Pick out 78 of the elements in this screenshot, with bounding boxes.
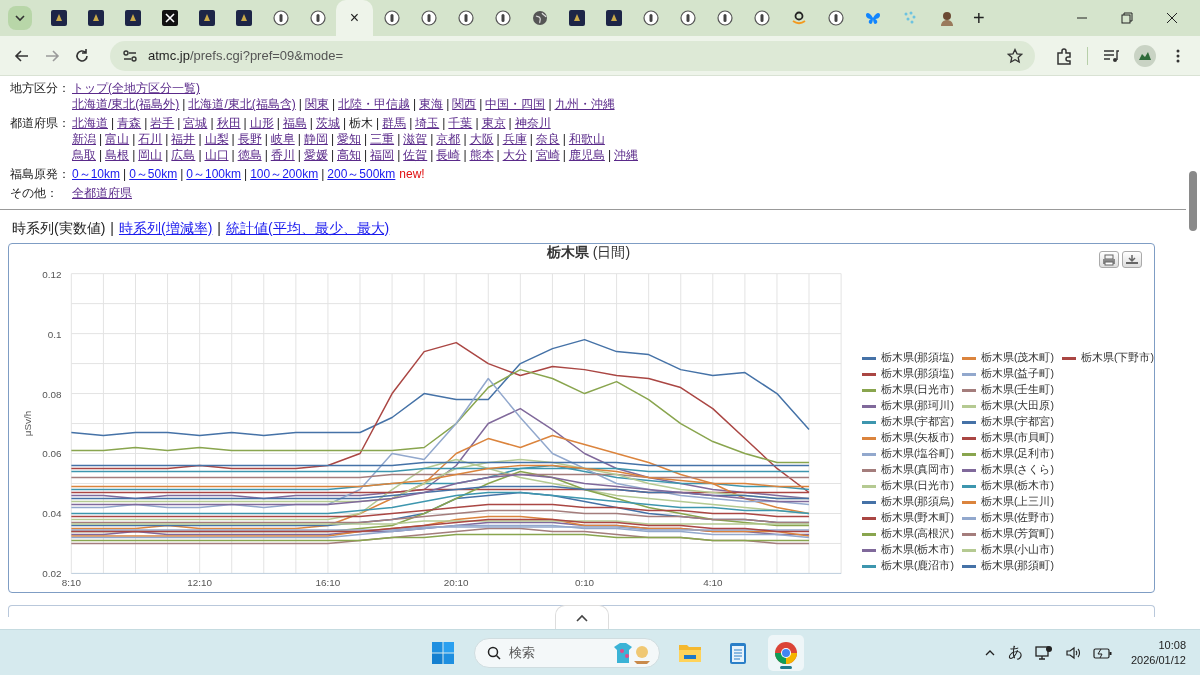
separator-text: |	[331, 96, 336, 112]
separator-text: |	[244, 166, 248, 182]
separator-text: |	[210, 115, 214, 131]
separator-text: |	[182, 96, 186, 112]
separator-text: |	[330, 131, 334, 147]
separator-text: |	[364, 131, 368, 147]
separator-text: |	[321, 166, 325, 182]
separator-text: |	[111, 115, 115, 131]
x-tick-label: 4:10	[703, 577, 723, 589]
separator-text: |	[446, 96, 450, 112]
separator-text: |	[496, 147, 500, 163]
y-tick-label: 0.08	[42, 388, 62, 400]
separator-text: |	[264, 147, 268, 163]
current-page-text: 栃木	[349, 115, 373, 131]
separator-text: |	[376, 115, 380, 131]
separator-text: |	[132, 131, 136, 147]
separator-text: |	[364, 147, 368, 163]
x-tick-label: 16:10	[315, 577, 341, 589]
separator-text: |	[397, 131, 401, 147]
x-tick-label: 0:10	[574, 577, 595, 589]
separator-text: |	[342, 115, 346, 131]
separator-text: |	[231, 147, 235, 163]
separator-text: |	[496, 131, 500, 147]
nav-label: 福島原発：	[10, 166, 71, 182]
separator-text: |	[180, 166, 184, 182]
separator-text: |	[298, 96, 302, 112]
separator-text: |	[529, 131, 533, 147]
separator-text: |	[442, 115, 446, 131]
separator-text: |	[463, 131, 467, 147]
separator-text: |	[309, 115, 313, 131]
separator-text: |	[264, 131, 268, 147]
url-text: atmc.jp/prefs.cgi?pref=09&mode=	[148, 48, 344, 63]
y-tick-label: 0.12	[42, 268, 62, 280]
separator-text: |	[99, 147, 103, 163]
y-tick-label: 0.1	[47, 328, 62, 340]
y-tick-label: 0.04	[42, 508, 62, 520]
separator-text: |	[165, 131, 169, 147]
nav-label: 都道府県：	[10, 115, 71, 132]
separator-text: |	[475, 115, 479, 131]
x-tick-label: 12:10	[187, 577, 212, 589]
separator-text: |	[198, 131, 202, 147]
separator-text: |	[548, 96, 552, 112]
y-tick-label: 0.02	[42, 568, 62, 580]
separator-text: |	[562, 131, 566, 147]
separator-text: |	[165, 147, 169, 163]
y-axis-title: μSv/h	[21, 410, 33, 437]
x-tick-label: 8:10	[61, 577, 81, 589]
separator-text: |	[177, 115, 181, 131]
new-label: new!	[399, 166, 425, 182]
separator-text: |	[430, 131, 434, 147]
separator-text: |	[144, 115, 148, 131]
separator-text: |	[562, 147, 566, 163]
separator-text: |	[463, 147, 467, 163]
separator-text: |	[123, 166, 127, 182]
chart-title: 栃木県 (日間)	[546, 244, 631, 262]
separator-text: |	[243, 115, 247, 131]
separator-text: |	[110, 220, 114, 236]
separator-text: |	[132, 147, 136, 163]
separator-text: |	[413, 96, 417, 112]
separator-text: |	[297, 147, 301, 163]
nav-label: 地方区分：	[10, 80, 71, 97]
separator-text: |	[217, 220, 221, 236]
nav-label: その他：	[10, 185, 59, 201]
separator-text: |	[508, 115, 512, 131]
separator-text: |	[529, 147, 533, 163]
separator-text: |	[231, 131, 235, 147]
separator-text: |	[330, 147, 334, 163]
separator-text: |	[397, 147, 401, 163]
separator-text: |	[198, 147, 202, 163]
separator-text: |	[99, 131, 103, 147]
separator-text: |	[430, 147, 434, 163]
separator-text: |	[409, 115, 413, 131]
y-tick-label: 0.06	[42, 448, 62, 460]
x-tick-label: 20:10	[443, 577, 469, 589]
separator-text: |	[479, 96, 483, 112]
separator-text: |	[276, 115, 280, 131]
separator-text: |	[297, 131, 301, 147]
separator-text: |	[607, 147, 611, 163]
